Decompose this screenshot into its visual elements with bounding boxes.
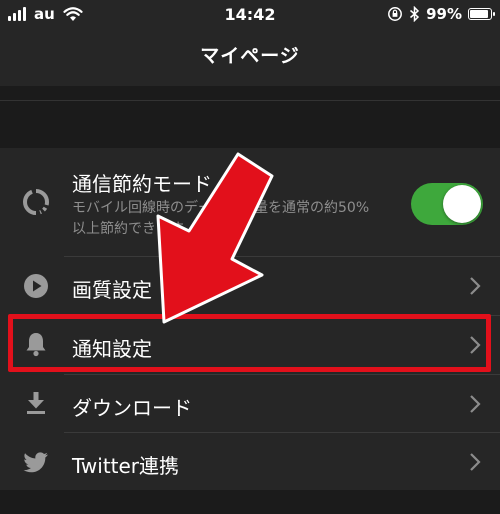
navigation-bar: マイページ bbox=[0, 30, 500, 86]
chevron-right-icon bbox=[470, 395, 481, 413]
battery-percent: 99% bbox=[426, 5, 462, 23]
chevron-right-icon bbox=[470, 453, 481, 471]
status-right: 99% bbox=[387, 5, 495, 23]
section-spacer bbox=[0, 86, 500, 148]
setting-row-quality[interactable]: 画質設定 bbox=[0, 257, 500, 315]
status-bar: au 14:42 99% bbox=[0, 0, 500, 30]
quality-label: 画質設定 bbox=[72, 278, 152, 302]
toggle-knob bbox=[443, 185, 481, 223]
twitter-bird-icon bbox=[23, 452, 48, 473]
battery-fill bbox=[470, 10, 488, 18]
bluetooth-icon bbox=[410, 6, 420, 22]
chevron-right-icon bbox=[470, 277, 481, 295]
play-circle-icon bbox=[24, 274, 48, 298]
bottom-spacer bbox=[0, 490, 500, 514]
battery-icon bbox=[468, 8, 495, 20]
circle-dashed-icon bbox=[22, 189, 50, 215]
rotation-lock-icon bbox=[388, 7, 403, 21]
divider bbox=[0, 100, 500, 101]
data-saver-label: 通信節約モード bbox=[72, 172, 212, 196]
data-saver-toggle[interactable] bbox=[411, 183, 483, 225]
download-icon bbox=[27, 392, 45, 414]
download-label: ダウンロード bbox=[72, 396, 192, 420]
twitter-label: Twitter連携 bbox=[72, 454, 180, 478]
setting-row-download[interactable]: ダウンロード bbox=[0, 375, 500, 433]
data-saver-description: モバイル回線時のデータ使用量を通常の約50%以上節約できます bbox=[72, 200, 370, 237]
highlight-box bbox=[8, 314, 491, 372]
page-title: マイページ bbox=[200, 45, 300, 67]
setting-row-twitter[interactable]: Twitter連携 bbox=[0, 433, 500, 490]
